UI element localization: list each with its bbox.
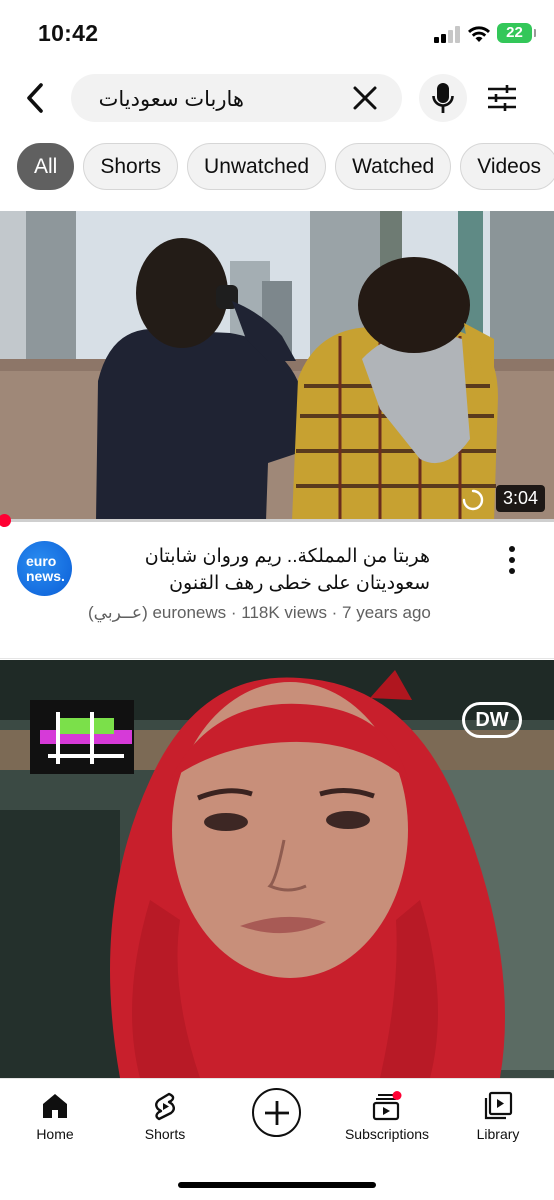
thumbnail-image: [0, 211, 554, 521]
create-button[interactable]: [252, 1088, 301, 1137]
status-time: 10:42: [38, 20, 99, 46]
voice-search-button[interactable]: [419, 74, 467, 122]
wifi-icon: [468, 26, 490, 42]
nav-subscriptions[interactable]: Subscriptions: [332, 1091, 442, 1142]
loading-icon: [462, 489, 484, 511]
chip-all[interactable]: All: [17, 143, 75, 190]
cellular-signal-icon: [434, 26, 462, 43]
back-arrow-icon: [27, 83, 43, 113]
nav-home[interactable]: Home: [0, 1091, 110, 1142]
watch-progress-dot: [0, 514, 11, 527]
video-meta: (عــربي) euronews · 118K views · 7 years…: [88, 603, 431, 622]
nav-shorts[interactable]: Shorts: [110, 1091, 220, 1142]
channel-avatar[interactable]: euro news.: [17, 541, 72, 596]
nav-library-label: Library: [476, 1126, 520, 1142]
divider: [0, 658, 554, 659]
video-title[interactable]: هربتا من المملكة.. ريم وروان شابتان سعود…: [100, 543, 430, 597]
subscriptions-icon: [372, 1091, 402, 1121]
home-indicator[interactable]: [178, 1182, 376, 1188]
chip-watched[interactable]: Watched: [335, 143, 452, 190]
shorts-icon: [155, 1092, 175, 1121]
status-bar: 10:42 22: [0, 0, 554, 66]
home-icon: [43, 1094, 67, 1118]
microphone-icon: [432, 83, 454, 113]
plus-icon: [264, 1100, 289, 1125]
search-query-text: هاربات سعوديات: [98, 88, 244, 111]
watch-progress-track: [0, 519, 554, 522]
dw-logo: DW: [462, 702, 522, 738]
back-button[interactable]: [18, 78, 52, 118]
search-input[interactable]: هاربات سعوديات: [71, 74, 402, 122]
more-options-icon[interactable]: [500, 544, 524, 576]
clear-search-icon[interactable]: [351, 84, 379, 112]
bottom-navigation: Home Shorts Subscriptions Library: [0, 1078, 554, 1200]
video-duration: 3:04: [495, 485, 545, 512]
nav-home-label: Home: [36, 1126, 74, 1142]
library-icon: [484, 1091, 513, 1120]
video-thumbnail[interactable]: 3:04: [0, 211, 554, 521]
nav-subscriptions-label: Subscriptions: [344, 1126, 430, 1142]
search-filters-icon[interactable]: [485, 82, 519, 114]
video-thumbnail-2[interactable]: DW: [0, 660, 554, 1078]
battery-icon: 22: [497, 23, 536, 43]
chip-videos[interactable]: Videos: [460, 143, 554, 190]
video-info: euro news. هربتا من المملكة.. ريم وروان …: [0, 540, 554, 640]
chip-unwatched[interactable]: Unwatched: [187, 143, 327, 190]
filter-chips: All Shorts Unwatched Watched Videos: [17, 143, 554, 191]
search-header: هاربات سعوديات: [0, 70, 554, 126]
chip-shorts[interactable]: Shorts: [83, 143, 179, 190]
nav-shorts-label: Shorts: [144, 1126, 186, 1142]
nav-library[interactable]: Library: [443, 1091, 553, 1142]
